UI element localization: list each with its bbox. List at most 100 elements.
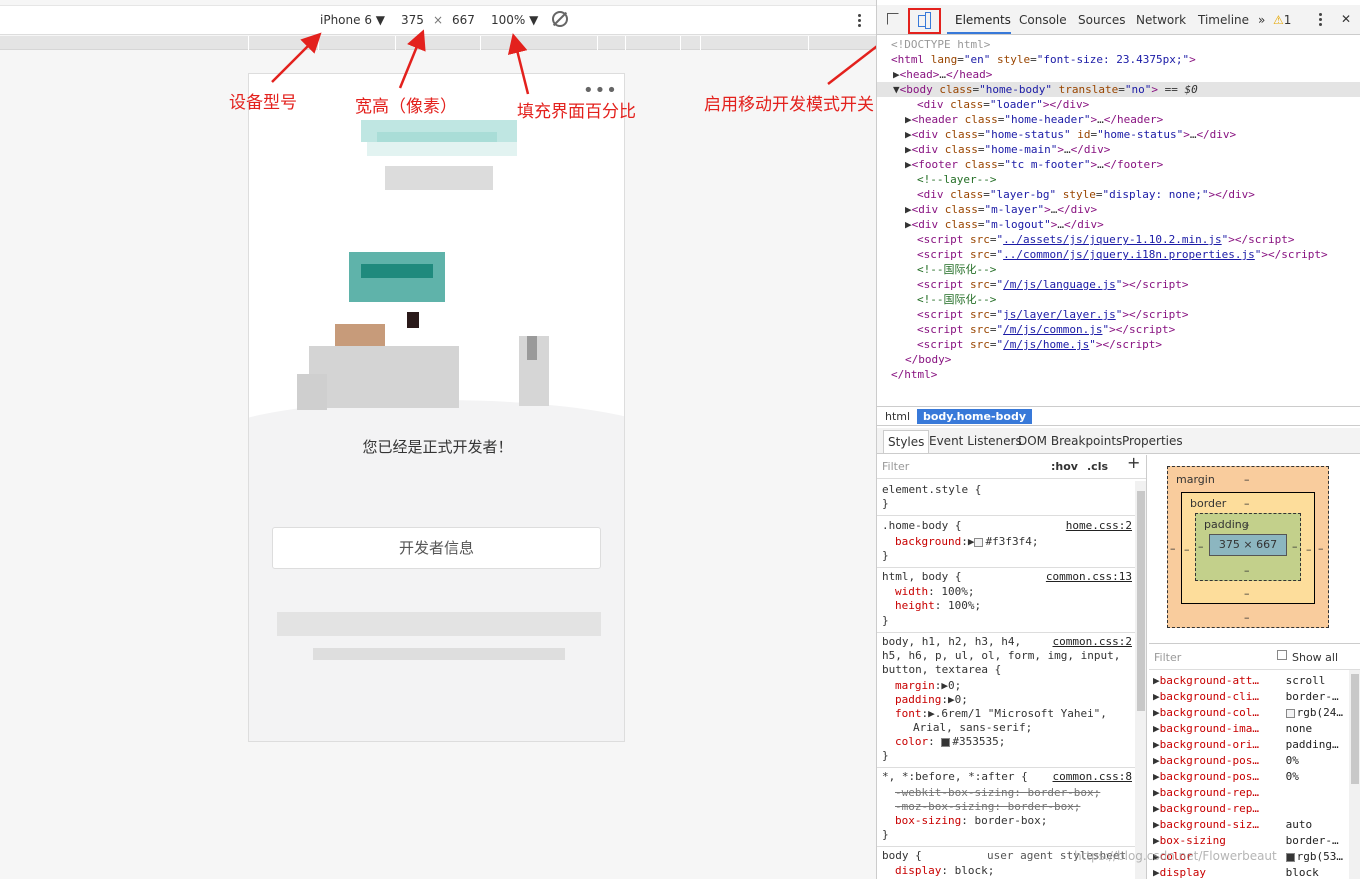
annotation-device-model: 设备型号 — [229, 93, 297, 113]
rule-separator — [877, 515, 1135, 516]
inspect-element-icon[interactable] — [887, 13, 899, 25]
dom-line[interactable]: </html> — [891, 367, 1360, 382]
dom-line[interactable]: <div class="layer-bg" style="display: no… — [917, 187, 1360, 202]
tab-event-listeners[interactable]: Event Listeners — [929, 434, 1022, 448]
tab-network[interactable]: Network — [1136, 13, 1186, 27]
crumb-body[interactable]: body.home-body — [917, 409, 1032, 424]
dom-line[interactable]: ▶<header class="home-header">…</header> — [905, 112, 1360, 127]
box-model-border[interactable]: border – – – – padding – – – – 375 × 667 — [1181, 492, 1315, 604]
computed-row[interactable]: ▶display block — [1153, 865, 1349, 879]
dom-line[interactable]: <!--layer--> — [917, 172, 1360, 187]
css-declaration[interactable]: height: 100%; — [877, 599, 1135, 613]
padding-label: padding — [1204, 518, 1249, 531]
computed-row[interactable]: ▶background-pos… 0% — [1153, 753, 1349, 769]
new-rule-icon[interactable]: + — [1127, 455, 1140, 471]
computed-row[interactable]: ▶box-sizing border-… — [1153, 833, 1349, 849]
padding-bottom-value: – — [1244, 564, 1250, 577]
computed-scrollbar[interactable] — [1349, 670, 1360, 879]
styles-filter-bar: Filter :hov .cls + — [877, 455, 1146, 479]
dom-line[interactable]: <script src="js/layer/layer.js"></script… — [917, 307, 1360, 322]
computed-row[interactable]: ▶background-rep… — [1153, 801, 1349, 817]
box-model-diagram: margin – – – – border – – – – padding – … — [1149, 455, 1360, 643]
rule-end: } — [882, 549, 889, 562]
css-declaration[interactable]: color: #353535; — [877, 735, 1135, 749]
tab-properties[interactable]: Properties — [1122, 434, 1183, 448]
styles-scrollbar[interactable] — [1135, 481, 1146, 879]
tab-dom-breakpoints[interactable]: DOM Breakpoints — [1018, 434, 1122, 448]
dom-line[interactable]: ▶<div class="home-main">…</div> — [905, 142, 1360, 157]
css-declaration[interactable]: width: 100%; — [877, 585, 1135, 599]
css-declaration[interactable]: margin:▶0; — [877, 679, 1135, 693]
dom-line[interactable]: </body> — [905, 352, 1360, 367]
dom-line-selected[interactable]: ▼<body class="home-body" translate="no">… — [877, 82, 1360, 97]
dom-line[interactable]: <!DOCTYPE html> — [891, 37, 1360, 52]
dom-line[interactable]: <script src="../assets/js/jquery-1.10.2.… — [917, 232, 1360, 247]
computed-row[interactable]: ▶background-col… rgb(24… — [1153, 705, 1349, 721]
sidebar-tabs: Styles Event Listeners DOM Breakpoints P… — [877, 428, 1360, 454]
dom-line[interactable]: ▶<div class="m-layer">…</div> — [905, 202, 1360, 217]
tab-sources[interactable]: Sources — [1078, 13, 1125, 27]
dom-line[interactable]: <!--国际化--> — [917, 292, 1360, 307]
dom-line[interactable]: <div class="loader"></div> — [917, 97, 1360, 112]
rule-end: } — [882, 497, 889, 510]
devtools-tabbar: Elements Console Sources Network Timelin… — [877, 5, 1360, 35]
computed-row[interactable]: ▶background-ori… padding… — [1153, 737, 1349, 753]
annotation-arrows — [271, 29, 876, 95]
devtools-menu-icon[interactable] — [1319, 13, 1323, 28]
rule-end: } — [882, 614, 889, 627]
dom-line[interactable]: <script src="../common/js/jquery.i18n.pr… — [917, 247, 1360, 262]
tab-elements[interactable]: Elements — [955, 13, 1011, 27]
css-declaration[interactable]: font:▶.6rem/1 "Microsoft Yahei", — [877, 707, 1135, 721]
tab-styles[interactable]: Styles — [883, 430, 930, 453]
dom-line[interactable]: <html lang="en" style="font-size: 23.437… — [891, 52, 1360, 67]
computed-filter-input[interactable]: Filter — [1154, 650, 1181, 666]
watermark: https://blog.csdn.net/Flowerbeaut — [1074, 849, 1277, 863]
box-model-content[interactable]: 375 × 667 — [1209, 534, 1287, 556]
cls-toggle[interactable]: .cls — [1087, 460, 1108, 474]
tab-timeline[interactable]: Timeline — [1198, 13, 1249, 27]
dom-line[interactable]: ▶<footer class="tc m-footer">…</footer> — [905, 157, 1360, 172]
css-declaration-overridden[interactable]: -webkit-box-sizing: border-box; — [877, 786, 1135, 800]
toggle-device-mode-icon[interactable] — [908, 8, 941, 34]
annotation-dimensions: 宽高（像素） — [355, 97, 457, 117]
close-icon[interactable]: ✕ — [1341, 12, 1351, 26]
device-emulator: iPhone 6 ▼ 375 × 667 100% ▼ ••• 您已经是正式开发… — [0, 0, 876, 879]
dom-line[interactable]: ▶<div class="m-logout">…</div> — [905, 217, 1360, 232]
rule-selector[interactable]: element.style { — [877, 483, 1135, 497]
dom-line[interactable]: ▶<head>…</head> — [893, 67, 1360, 82]
dom-line[interactable]: ▶<div class="home-status" id="home-statu… — [905, 127, 1360, 142]
computed-row[interactable]: ▶background-pos… 0% — [1153, 769, 1349, 785]
styles-filter-input[interactable]: Filter — [882, 460, 909, 474]
computed-row[interactable]: ▶background-att… scroll — [1153, 673, 1349, 689]
rule-selector[interactable]: .home-body {home.css:2 — [877, 519, 1135, 533]
dom-line[interactable]: <script src="/m/js/common.js"></script> — [917, 322, 1360, 337]
more-tabs-icon[interactable]: » — [1258, 13, 1265, 27]
warning-counter[interactable]: ⚠1 — [1273, 13, 1291, 27]
rule-selector[interactable]: body, h1, h2, h3, h4, common.css:2 — [877, 635, 1135, 649]
margin-top-value: – — [1244, 473, 1250, 486]
css-declaration[interactable]: box-sizing: border-box; — [877, 814, 1135, 828]
tab-console[interactable]: Console — [1019, 13, 1067, 27]
rule-selector[interactable]: html, body {common.css:13 — [877, 570, 1135, 584]
css-declaration-overridden[interactable]: -moz-box-sizing: border-box; — [877, 800, 1135, 814]
border-label: border — [1190, 497, 1227, 510]
crumb-html[interactable]: html — [879, 409, 916, 424]
rule-selector[interactable]: *, *:before, *:after {common.css:8 — [877, 770, 1135, 784]
computed-row[interactable]: ▶background-siz… auto — [1153, 817, 1349, 833]
dom-line[interactable]: <!--国际化--> — [917, 262, 1360, 277]
show-all-checkbox[interactable] — [1277, 650, 1287, 660]
padding-left-value: – — [1198, 540, 1204, 553]
computed-row[interactable]: ▶background-rep… — [1153, 785, 1349, 801]
css-declaration[interactable]: display: block; — [877, 864, 1135, 878]
dom-line[interactable]: <script src="/m/js/language.js"></script… — [917, 277, 1360, 292]
css-declaration[interactable]: padding:▶0; — [877, 693, 1135, 707]
css-declaration[interactable]: background:▶ #f3f3f4; — [877, 535, 1135, 549]
computed-row[interactable]: ▶background-cli… border-… — [1153, 689, 1349, 705]
hov-toggle[interactable]: :hov — [1051, 460, 1078, 474]
computed-row[interactable]: ▶background-ima… none — [1153, 721, 1349, 737]
box-model-margin[interactable]: margin – – – – border – – – – padding – … — [1167, 466, 1329, 628]
margin-bottom-value: – — [1244, 611, 1250, 624]
box-model-padding[interactable]: padding – – – – 375 × 667 — [1195, 513, 1301, 581]
rule-separator — [877, 767, 1135, 768]
dom-line[interactable]: <script src="/m/js/home.js"></script> — [917, 337, 1360, 352]
